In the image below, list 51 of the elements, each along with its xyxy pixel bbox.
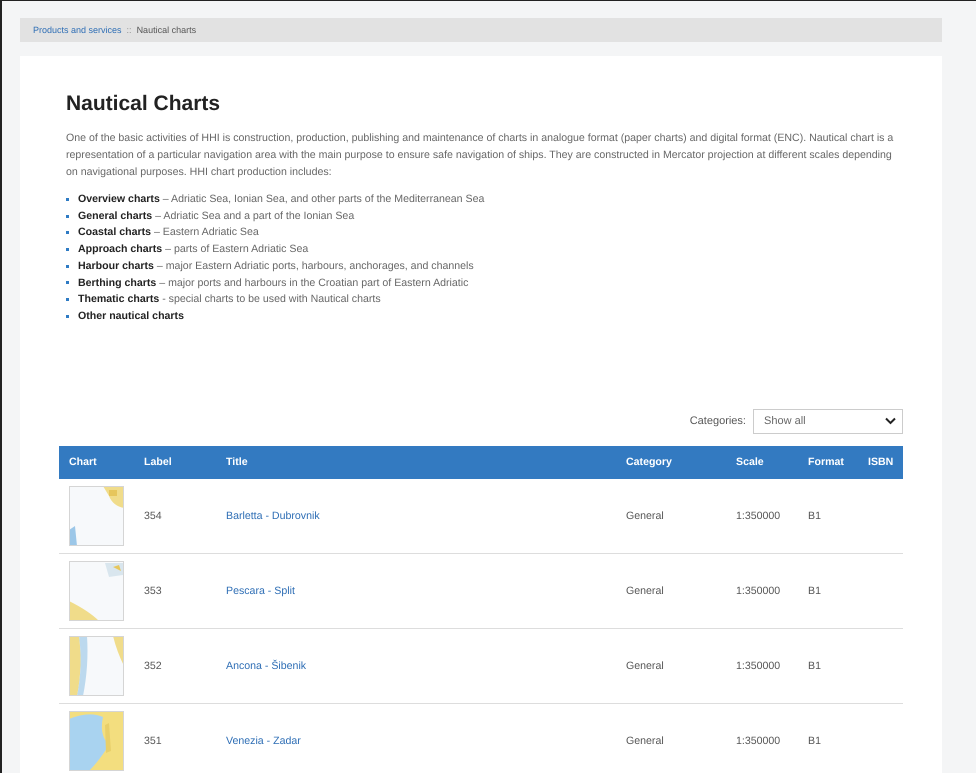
table-cell: 1:350000 [736, 660, 780, 672]
chart-title-link[interactable]: Ancona - Šibenik [226, 660, 306, 672]
bullet-icon [66, 298, 69, 302]
table-cell: 353 [144, 584, 162, 597]
column-header: Label [144, 456, 172, 468]
chart-title-link[interactable]: Barletta - Dubrovnik [226, 510, 320, 522]
bullet-icon [66, 264, 69, 268]
column-header: Category [626, 456, 672, 468]
breadcrumb-link[interactable]: Products and services [33, 25, 122, 35]
column-header: Scale [736, 456, 764, 468]
chart-type-item: Berthing charts – major ports and harbours in the Croatian part of Eastern Adriatic [78, 276, 468, 291]
table-cell: B1 [808, 734, 821, 747]
table-cell: 1:350000 [736, 510, 780, 522]
table-cell: 1:350000 [736, 584, 780, 597]
categories-label: Categories: [690, 415, 746, 428]
column-header: ISBN [868, 456, 894, 468]
chart-type-item: Harbour charts – major Eastern Adriatic ports, harbours, anchorages, and channels [78, 258, 474, 274]
table-cell: 352 [144, 660, 162, 672]
bullet-icon [66, 248, 69, 251]
table-cell: B1 [808, 660, 821, 672]
chart-type-item: General charts – Adriatic Sea and a part of the Ionian Sea [78, 208, 354, 224]
breadcrumb-separator: :: [126, 25, 132, 35]
bullet-icon [66, 214, 69, 218]
bullet-icon [66, 281, 69, 284]
chart-title-link[interactable]: Venezia - Zadar [226, 734, 301, 747]
table-cell: 1:350000 [736, 734, 780, 747]
bullet-icon [66, 231, 69, 234]
chart-type-item: Coastal charts – Eastern Adriatic Sea [78, 225, 259, 240]
categories-dropdown[interactable]: Show all [753, 408, 903, 434]
table-cell: 351 [144, 734, 162, 747]
column-header: Title [226, 456, 248, 468]
chevron-down-icon [885, 417, 896, 426]
bullet-icon [66, 314, 69, 318]
bullet-icon [66, 198, 69, 201]
table-cell: General [626, 584, 664, 597]
breadcrumb-current: Nautical charts [136, 25, 196, 35]
table-cell: B1 [808, 510, 821, 522]
chart-type-item: Thematic charts - special charts to be used with Nautical charts [78, 292, 381, 308]
chart-type-item: Approach charts – parts of Eastern Adriatic Sea [78, 242, 308, 258]
table-cell: General [626, 510, 664, 522]
chart-type-item: Overview charts – Adriatic Sea, Ionian Sea, and other parts of the Mediterranean Sea [78, 192, 484, 207]
chart-title-link[interactable]: Pescara - Split [226, 584, 295, 597]
table-cell: General [626, 660, 664, 672]
table-cell: General [626, 734, 664, 747]
column-header: Chart [69, 456, 97, 468]
intro-paragraph: One of the basic activities of HHI is construction, production, publishing and maintenance of charts in analogue format (paper charts) and digital format (ENC). Nautical chart is a representation of a particular navigation area with the main purpose to ensure safe navigation of ships. They are constructed in Mercator projection at different scales depending on navigational purposes. HHI chart production includes: [66, 131, 894, 180]
chart-type-item: Other nautical charts [78, 308, 184, 324]
page-title: Nautical Charts [66, 92, 222, 116]
table-cell: 354 [144, 510, 162, 522]
table-cell: B1 [808, 584, 821, 597]
column-header: Format [808, 456, 844, 468]
